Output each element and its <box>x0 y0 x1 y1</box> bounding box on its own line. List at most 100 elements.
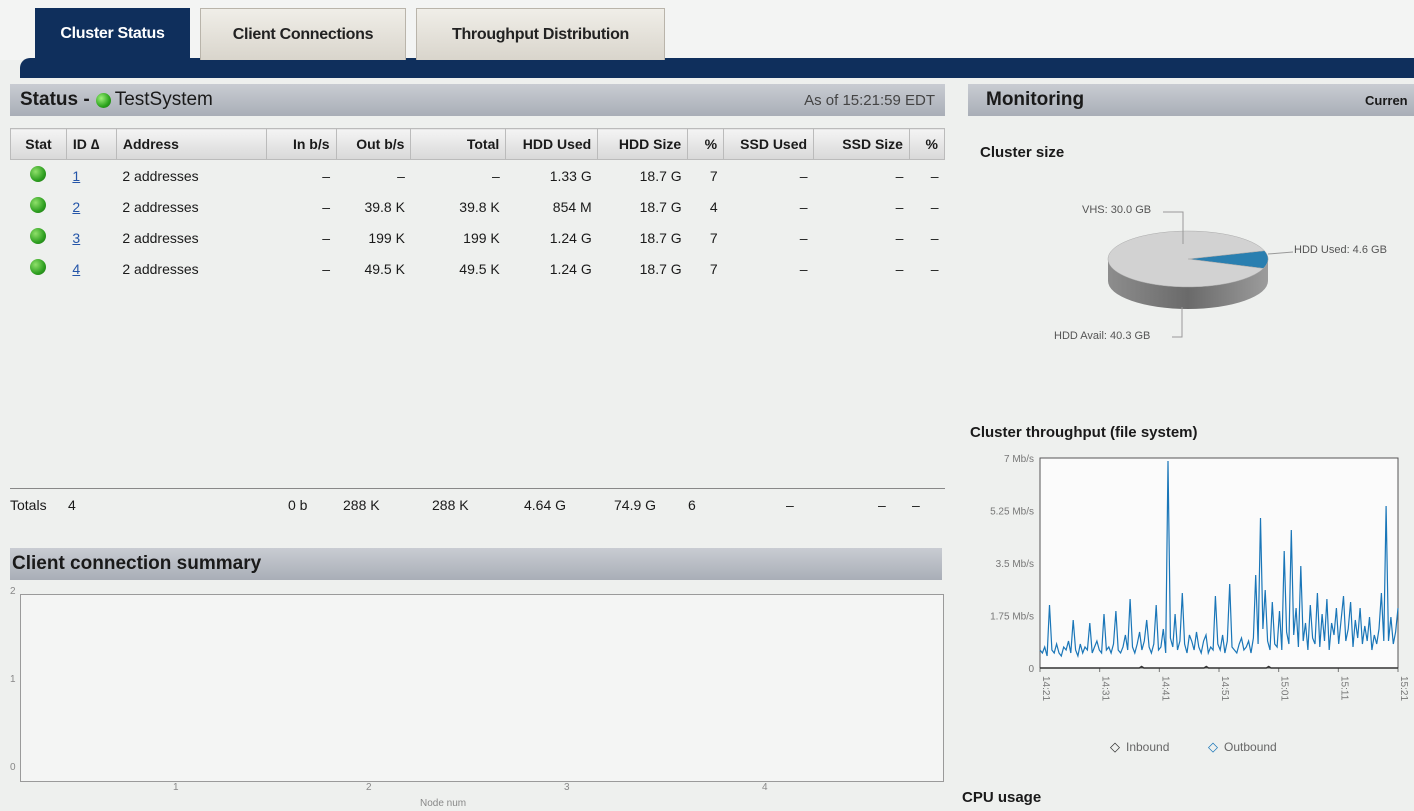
client-summary-header: Client connection summary <box>10 548 942 580</box>
col-stat[interactable]: Stat <box>10 128 67 160</box>
throughput-title: Cluster throughput (file system) <box>970 424 1198 441</box>
node-address: 2 addresses <box>122 167 199 184</box>
totals-total: 288 K <box>432 497 469 513</box>
node-in: – <box>322 198 331 215</box>
node-hdd-size: 18.7 G <box>639 167 682 184</box>
node-id-link[interactable]: 3 <box>72 230 80 246</box>
node-address: 2 addresses <box>122 229 199 246</box>
totals-out: 288 K <box>343 497 380 513</box>
plot-area <box>1039 457 1399 669</box>
node-status-icon <box>30 228 47 244</box>
table-row: 3 2 addresses – 199 K 199 K 1.24 G 18.7 … <box>11 222 945 253</box>
totals-label: Totals <box>10 497 47 513</box>
totals-hdd-pct: 6 <box>688 497 696 513</box>
col-hdd-pct[interactable]: % <box>687 128 725 160</box>
client-y-tick: 0 <box>10 762 16 773</box>
client-x-label: Node num <box>420 798 467 809</box>
node-ssd-pct: – <box>930 229 939 246</box>
client-y-tick: 2 <box>10 586 16 597</box>
x-tick-label: 15:01 <box>1279 676 1290 701</box>
legend-outbound-label: Outbound <box>1224 740 1277 754</box>
col-hdd-used[interactable]: HDD Used <box>505 128 599 160</box>
node-ssd-pct: – <box>930 167 939 184</box>
node-id-link[interactable]: 2 <box>72 199 80 215</box>
client-x-tick: 3 <box>564 782 570 793</box>
y-tick-label: 7 Mb/s <box>1004 454 1034 465</box>
node-ssd-size: – <box>895 198 904 215</box>
node-address: 2 addresses <box>122 260 199 277</box>
node-table: Stat ID ∆ Address In b/s Out b/s Total H… <box>10 128 946 284</box>
y-tick-label: 3.5 Mb/s <box>996 559 1034 570</box>
y-tick-label: 0 <box>1028 664 1034 675</box>
totals-count: 4 <box>68 497 76 513</box>
col-total[interactable]: Total <box>410 128 507 160</box>
system-name: TestSystem <box>114 89 213 110</box>
pie-leader-hdd-avail <box>1172 307 1183 338</box>
node-ssd-size: – <box>895 260 904 277</box>
x-tick-label: 14:41 <box>1159 676 1170 701</box>
node-ssd-used: – <box>799 229 808 246</box>
node-ssd-pct: – <box>930 198 939 215</box>
node-id-link[interactable]: 1 <box>72 168 80 184</box>
col-id[interactable]: ID ∆ <box>65 128 117 160</box>
pie-label-hdd-used: HDD Used: 4.6 GB <box>1294 244 1387 256</box>
x-tick-label: 15:21 <box>1398 676 1409 701</box>
client-x-tick: 2 <box>366 782 372 793</box>
status-panel: Status - TestSystem As of 15:21:59 EDT S… <box>10 84 946 811</box>
col-hdd-size[interactable]: HDD Size <box>597 128 689 160</box>
node-hdd-used: 1.24 G <box>549 260 592 277</box>
node-ssd-used: – <box>799 260 808 277</box>
col-ssd-pct[interactable]: % <box>908 128 946 160</box>
y-tick-label: 5.25 Mb/s <box>990 507 1034 518</box>
node-total: 49.5 K <box>459 260 500 277</box>
totals-in: 0 b <box>288 497 308 513</box>
x-tick-label: 14:21 <box>1040 676 1051 701</box>
system-status-icon <box>95 92 111 108</box>
node-address: 2 addresses <box>122 198 199 215</box>
x-tick-label: 14:31 <box>1100 676 1111 701</box>
node-status-icon <box>30 197 47 213</box>
node-hdd-used: 1.24 G <box>549 229 592 246</box>
node-in: – <box>322 260 331 277</box>
node-total: 199 K <box>463 229 500 246</box>
y-tick-label: 1.75 Mb/s <box>990 612 1034 623</box>
client-summary-title: Client connection summary <box>12 553 262 574</box>
outbound-marker-icon: ◇ <box>1208 739 1218 754</box>
tab-cluster-status[interactable]: Cluster Status <box>35 8 190 60</box>
node-status-icon <box>30 166 47 182</box>
col-ssd-used[interactable]: SSD Used <box>723 128 815 160</box>
totals-ssd-pct: – <box>912 497 920 513</box>
table-row: 4 2 addresses – 49.5 K 49.5 K 1.24 G 18.… <box>11 253 945 284</box>
table-header-row: Stat ID ∆ Address In b/s Out b/s Total H… <box>10 128 946 160</box>
legend-inbound-label: Inbound <box>1126 740 1170 754</box>
pie-label-hdd-avail: HDD Avail: 40.3 GB <box>1054 330 1151 342</box>
node-total: 39.8 K <box>459 198 500 215</box>
col-ssd-size[interactable]: SSD Size <box>813 128 910 160</box>
node-out: 49.5 K <box>364 260 405 277</box>
col-address[interactable]: Address <box>115 128 267 160</box>
tab-throughput-distribution[interactable]: Throughput Distribution <box>416 8 665 60</box>
totals-ssd-used: – <box>786 497 794 513</box>
col-out[interactable]: Out b/s <box>335 128 412 160</box>
client-y-tick: 1 <box>10 674 16 685</box>
node-hdd-pct: 4 <box>709 198 718 215</box>
node-hdd-used: 854 M <box>552 198 592 215</box>
node-id-link[interactable]: 4 <box>72 261 80 277</box>
tab-client-connections[interactable]: Client Connections <box>200 8 406 60</box>
status-header: Status - TestSystem As of 15:21:59 EDT <box>10 84 945 116</box>
client-connection-chart <box>20 594 944 782</box>
as-of-timestamp: As of 15:21:59 EDT <box>804 91 935 109</box>
col-in[interactable]: In b/s <box>265 128 337 160</box>
client-x-tick: 1 <box>173 782 179 793</box>
tab-bar <box>20 58 1414 78</box>
node-ssd-pct: – <box>930 260 939 277</box>
legend-outbound[interactable]: ◇ Outbound <box>1208 739 1277 755</box>
legend-inbound[interactable]: ◇ Inbound <box>1110 739 1169 755</box>
node-hdd-size: 18.7 G <box>639 260 682 277</box>
table-row: 1 2 addresses – – – 1.33 G 18.7 G 7 – – … <box>11 160 945 192</box>
node-in: – <box>322 229 331 246</box>
table-row: 2 2 addresses – 39.8 K 39.8 K 854 M 18.7… <box>11 191 945 222</box>
node-hdd-used: 1.33 G <box>549 167 592 184</box>
pie-label-vhs: VHS: 30.0 GB <box>1082 204 1152 216</box>
node-out: 199 K <box>368 229 405 246</box>
